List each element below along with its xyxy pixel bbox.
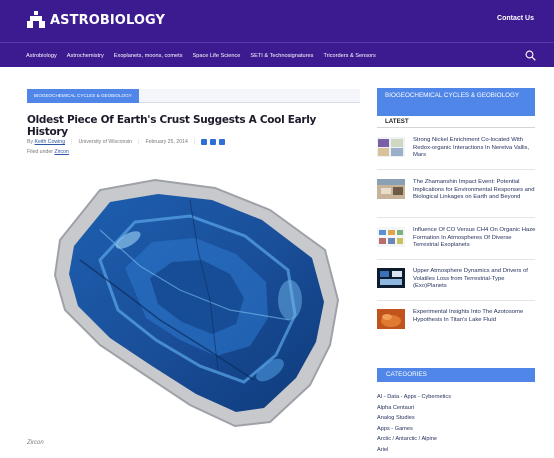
meta-divider: | [71,139,73,145]
article-title: Oldest Piece Of Earth's Crust Suggests A… [27,114,317,138]
news-divider [377,259,535,260]
categories-header: CATEGORIES [377,368,535,382]
category-link[interactable]: Analog Studies [377,413,535,424]
categories-list: AI - Data - Apps - Cybernetics Alpha Cen… [377,392,535,456]
nav-item-seti[interactable]: SETI & Technosignatures [250,53,313,59]
twitter-icon[interactable] [219,139,226,145]
main-nav: Astrobiology Astrochemistry Exoplanets, … [0,42,554,67]
site-header: ASTROBIOLOGY Contact Us [0,0,554,42]
news-item[interactable]: Experimental Insights Into The Azotosome… [377,309,537,349]
logo-icon [27,11,45,28]
news-thumbnail[interactable] [377,179,405,199]
nav-item-exoplanets[interactable]: Exoplanets, moons, comets [114,53,183,59]
news-thumbnail[interactable] [377,268,405,288]
category-badge[interactable]: BIOGEOCHEMICAL CYCLES & GEOBIOLOGY [27,89,139,103]
search-icon[interactable] [525,50,536,61]
news-headline[interactable]: Upper Atmosphere Dynamics and Drivers of… [413,268,537,291]
news-item[interactable]: The Zhamanshin Impact Event: Potential I… [377,179,537,219]
image-caption: Zircon [27,440,44,446]
news-thumbnail[interactable] [377,227,405,247]
site-logo[interactable]: ASTROBIOLOGY [27,11,165,29]
news-item[interactable]: Strong Nickel Enrichment Co-located With… [377,137,537,177]
meta-divider: | [193,139,196,145]
category-link[interactable]: AI - Data - Apps - Cybernetics [377,392,535,403]
nav-item-space-life-science[interactable]: Space Life Science [193,53,241,59]
facebook-icon[interactable] [210,139,217,145]
zircon-image [53,178,340,428]
article-date: February 25, 2014 [145,139,188,145]
news-headline[interactable]: The Zhamanshin Impact Event: Potential I… [413,179,537,202]
news-divider [377,300,535,301]
news-thumbnail[interactable] [377,137,405,157]
news-headline[interactable]: Strong Nickel Enrichment Co-located With… [413,137,537,160]
logo-text: ASTROBIOLOGY [50,12,166,28]
news-item[interactable]: Influence Of CO Versus CH4 On Organic Ha… [377,227,537,267]
meta-divider: | [138,139,140,145]
filed-label: Filed under [27,149,53,155]
article-source: University of Wisconsin [78,139,133,145]
latest-label: LATEST [377,116,535,128]
news-item[interactable]: Upper Atmosphere Dynamics and Drivers of… [377,268,537,308]
category-link[interactable]: Apps - Games [377,424,535,435]
article-meta: By Keith Cowing | University of Wisconsi… [27,139,226,145]
author-link[interactable]: Keith Cowing [35,139,66,145]
filed-tag-link[interactable]: Zircon [54,149,68,155]
news-thumbnail[interactable] [377,309,405,329]
news-headline[interactable]: Influence Of CO Versus CH4 On Organic Ha… [413,227,537,250]
nav-item-astrochemistry[interactable]: Astrochemistry [67,53,104,59]
category-link[interactable]: Arctic / Antarctic / Alpine [377,434,535,445]
category-link[interactable]: Ariel [377,445,535,456]
filed-under: Filed under Zircon [27,149,69,155]
contact-us-link[interactable]: Contact Us [497,15,534,22]
sidebar-category-title[interactable]: BIOGEOCHEMICAL CYCLES & GEOBIOLOGY [377,88,535,116]
by-label: By [27,139,34,145]
linkedin-icon[interactable] [201,139,208,145]
share-buttons [201,139,226,145]
category-link[interactable]: Alpha Centauri [377,403,535,414]
nav-item-tricorders[interactable]: Tricorders & Sensors [323,53,375,59]
news-divider [377,217,535,218]
news-headline[interactable]: Experimental Insights Into The Azotosome… [413,309,537,324]
nav-item-astrobiology[interactable]: Astrobiology [26,53,57,59]
news-divider [377,169,535,170]
